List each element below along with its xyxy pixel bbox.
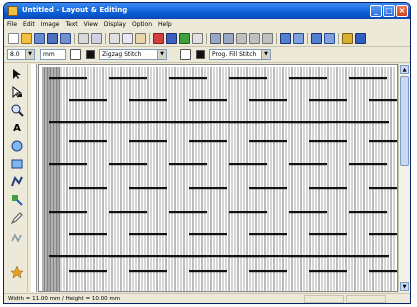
region-stitch-value: Prog. Fill Stitch (212, 51, 257, 58)
align-center-icon[interactable] (223, 33, 234, 44)
copy-icon[interactable] (122, 33, 133, 44)
save-icon[interactable] (47, 33, 58, 44)
select-arrow-icon[interactable] (9, 66, 25, 82)
status-text: Width = 11.00 mm / Height = 10.00 mm (8, 296, 121, 302)
new-icon[interactable] (8, 33, 19, 44)
text-tool-icon[interactable]: A (9, 120, 25, 136)
minimize-button[interactable]: _ (370, 5, 382, 17)
menu-display[interactable]: Display (104, 21, 126, 28)
embroidery-icon[interactable] (9, 264, 25, 280)
outline-shape-icon[interactable] (9, 174, 25, 190)
main-toolbar (4, 30, 410, 47)
cut-icon[interactable] (109, 33, 120, 44)
hoop-icon[interactable] (179, 33, 190, 44)
redo-icon[interactable] (166, 33, 177, 44)
point-edit-icon[interactable] (9, 84, 25, 100)
distribute-icon[interactable] (249, 33, 260, 44)
zoom-icon[interactable] (9, 102, 25, 118)
save-as-icon[interactable] (60, 33, 71, 44)
pencil-icon[interactable] (9, 210, 25, 226)
region-stitch-select[interactable]: Prog. Fill Stitch ▼ (209, 49, 271, 60)
align-right-icon[interactable] (236, 33, 247, 44)
title-bar[interactable]: Untitled - Layout & Editing _ □ × (4, 3, 410, 19)
status-panel (304, 295, 344, 303)
unit-select[interactable]: mm (40, 49, 66, 60)
size-select[interactable]: 8.0 ▼ (7, 49, 35, 60)
import-icon[interactable] (34, 33, 45, 44)
vertical-scrollbar[interactable]: ▲ ▼ (398, 64, 410, 292)
chevron-down-icon: ▼ (261, 50, 270, 59)
open-icon[interactable] (21, 33, 32, 44)
menu-view[interactable]: View (84, 21, 98, 28)
region-sew-icon[interactable] (180, 49, 191, 60)
group-icon[interactable] (262, 33, 273, 44)
chevron-down-icon: ▼ (157, 50, 166, 59)
line-sew-icon[interactable] (70, 49, 81, 60)
design-canvas[interactable] (38, 64, 398, 292)
menu-option[interactable]: Option (132, 21, 152, 28)
line-color-swatch[interactable] (86, 50, 95, 59)
scroll-down-button[interactable]: ▼ (400, 282, 409, 291)
window-title: Untitled - Layout & Editing (22, 6, 128, 14)
app-window: Untitled - Layout & Editing _ □ × File E… (3, 2, 411, 304)
scroll-up-button[interactable]: ▲ (400, 65, 409, 74)
chevron-down-icon: ▼ (25, 50, 34, 59)
close-button[interactable]: × (396, 5, 408, 17)
circle-shape-icon[interactable] (9, 138, 25, 154)
status-panel (346, 295, 386, 303)
tool-palette: A (6, 64, 28, 292)
rectangle-shape-icon[interactable] (9, 156, 25, 172)
transfer-icon[interactable] (311, 33, 322, 44)
maximize-button[interactable]: □ (383, 5, 395, 17)
help-icon[interactable] (355, 33, 366, 44)
preview-icon[interactable] (91, 33, 102, 44)
size-select-value: 8.0 (10, 51, 20, 58)
scroll-thumb[interactable] (400, 76, 409, 166)
vertical-ruler (31, 64, 37, 292)
line-stitch-select[interactable]: Zigzag Stitch ▼ (99, 49, 167, 60)
zoom-fit-icon[interactable] (192, 33, 203, 44)
status-bar: Width = 11.00 mm / Height = 10.00 mm (4, 293, 410, 303)
stitch-simulator-icon[interactable] (280, 33, 291, 44)
menu-text[interactable]: Text (65, 21, 77, 28)
align-left-icon[interactable] (210, 33, 221, 44)
design-property-icon[interactable] (342, 33, 353, 44)
write-card-icon[interactable] (324, 33, 335, 44)
region-color-swatch[interactable] (196, 50, 205, 59)
print-icon[interactable] (78, 33, 89, 44)
unit-select-value: mm (43, 51, 55, 58)
undo-icon[interactable] (153, 33, 164, 44)
menu-edit[interactable]: Edit (23, 21, 35, 28)
paste-icon[interactable] (135, 33, 146, 44)
menu-bar: File Edit Image Text View Display Option… (4, 19, 410, 30)
stitch-toolbar: 8.0 ▼ mm Zigzag Stitch ▼ Prog. Fill Stit… (4, 47, 410, 63)
line-stitch-value: Zigzag Stitch (102, 51, 142, 58)
menu-file[interactable]: File (7, 21, 17, 28)
brush-icon[interactable] (9, 192, 25, 208)
menu-image[interactable]: Image (41, 21, 60, 28)
realistic-view-icon[interactable] (293, 33, 304, 44)
stitch-tool-icon[interactable] (9, 230, 25, 246)
menu-help[interactable]: Help (158, 21, 172, 28)
app-icon (8, 6, 18, 16)
stitch-pattern (42, 67, 397, 291)
